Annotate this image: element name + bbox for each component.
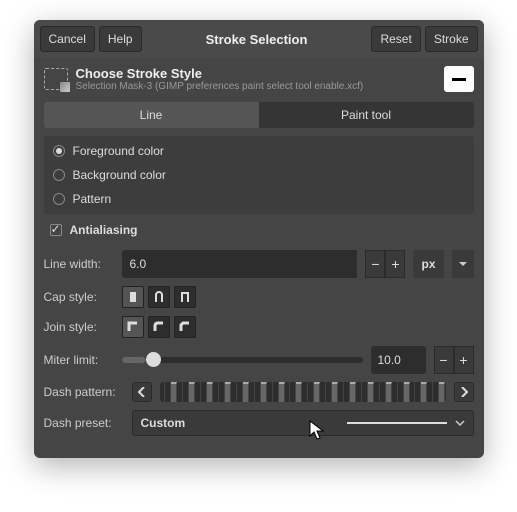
color-source-group: Foreground color Background color Patter… (44, 136, 474, 214)
body: Line Paint tool Foreground color Backgro… (34, 100, 484, 458)
dash-next-button[interactable] (454, 382, 474, 402)
dash-preview (347, 422, 447, 424)
radio-icon (53, 145, 65, 157)
slider-thumb[interactable] (146, 352, 161, 367)
radio-foreground[interactable]: Foreground color (47, 139, 471, 163)
cap-style-row: Cap style: (44, 286, 474, 308)
miter-limit-label: Miter limit: (44, 353, 114, 367)
check-icon (50, 224, 62, 236)
check-label: Antialiasing (70, 223, 138, 237)
dash-prev-button[interactable] (132, 382, 152, 402)
chevron-down-icon (455, 420, 465, 426)
cap-butt-button[interactable] (122, 286, 144, 308)
unit-label: px (413, 250, 443, 278)
tab-line[interactable]: Line (44, 102, 259, 128)
increment-button[interactable]: + (454, 346, 474, 374)
line-width-input[interactable] (122, 250, 358, 278)
dash-pattern-label: Dash pattern: (44, 385, 124, 399)
reset-button[interactable]: Reset (371, 26, 420, 52)
decrement-button[interactable]: − (434, 346, 454, 374)
cap-round-button[interactable] (148, 286, 170, 308)
join-miter-button[interactable] (122, 316, 144, 338)
help-button[interactable]: Help (99, 26, 142, 52)
miter-input[interactable] (371, 346, 426, 374)
unit-dropdown[interactable] (452, 250, 474, 278)
radio-pattern[interactable]: Pattern (47, 187, 471, 211)
line-width-row: Line width: − + px (44, 250, 474, 278)
radio-icon (53, 169, 65, 181)
antialiasing-checkbox[interactable]: Antialiasing (44, 218, 474, 242)
radio-icon (53, 193, 65, 205)
radio-background[interactable]: Background color (47, 163, 471, 187)
collapse-button[interactable] (444, 66, 474, 92)
increment-button[interactable]: + (385, 250, 405, 278)
radio-label: Foreground color (73, 144, 164, 158)
dash-preset-row: Dash preset: Custom (44, 410, 474, 436)
header-sub: Selection Mask-3 (GIMP preferences paint… (76, 81, 364, 92)
cancel-button[interactable]: Cancel (40, 26, 95, 52)
stroke-button[interactable]: Stroke (425, 26, 478, 52)
titlebar: Cancel Help Stroke Selection Reset Strok… (34, 20, 484, 58)
tabs: Line Paint tool (44, 102, 474, 128)
cap-style-label: Cap style: (44, 290, 114, 304)
line-width-label: Line width: (44, 257, 114, 271)
miter-limit-row: Miter limit: − + (44, 346, 474, 374)
join-bevel-button[interactable] (174, 316, 196, 338)
header-heading: Choose Stroke Style (76, 66, 364, 81)
dash-preset-dropdown[interactable]: Custom (132, 410, 474, 436)
cap-square-button[interactable] (174, 286, 196, 308)
dash-pattern-row: Dash pattern: (44, 382, 474, 402)
miter-slider[interactable] (122, 357, 363, 363)
dash-pattern-editor[interactable] (160, 382, 446, 402)
join-round-button[interactable] (148, 316, 170, 338)
dash-preset-label: Dash preset: (44, 416, 124, 430)
decrement-button[interactable]: − (365, 250, 385, 278)
dialog-title: Stroke Selection (206, 32, 308, 47)
tab-paint-tool[interactable]: Paint tool (259, 102, 474, 128)
join-style-label: Join style: (44, 320, 114, 334)
dropdown-value: Custom (141, 416, 186, 430)
stroke-dialog: Cancel Help Stroke Selection Reset Strok… (34, 20, 484, 458)
radio-label: Pattern (73, 192, 112, 206)
header: Choose Stroke Style Selection Mask-3 (GI… (34, 58, 484, 100)
stroke-icon (44, 68, 68, 90)
join-style-row: Join style: (44, 316, 474, 338)
radio-label: Background color (73, 168, 166, 182)
